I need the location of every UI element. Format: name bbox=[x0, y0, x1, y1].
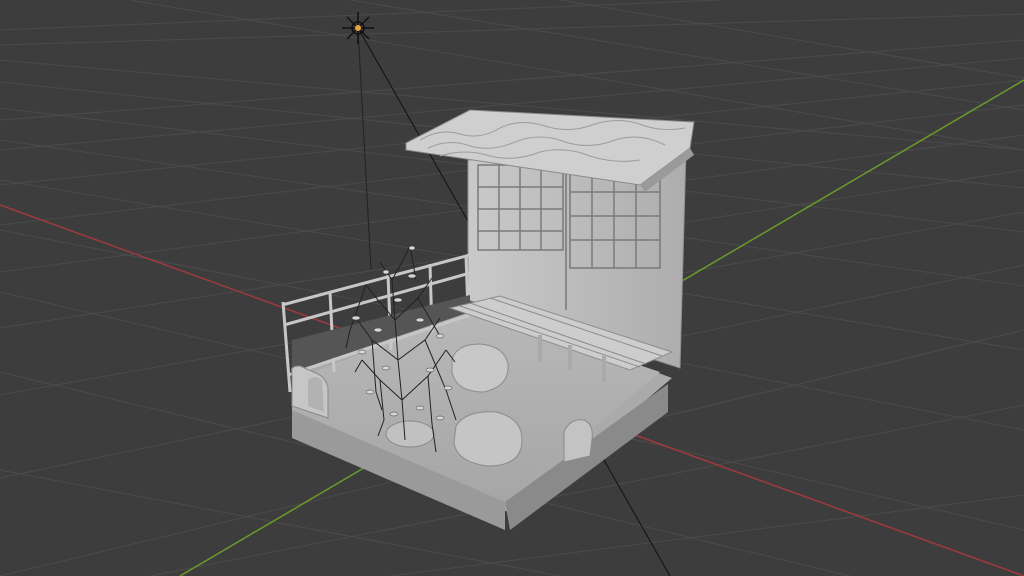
viewport-canvas[interactable] bbox=[0, 0, 1024, 576]
3d-viewport[interactable] bbox=[0, 0, 1024, 576]
